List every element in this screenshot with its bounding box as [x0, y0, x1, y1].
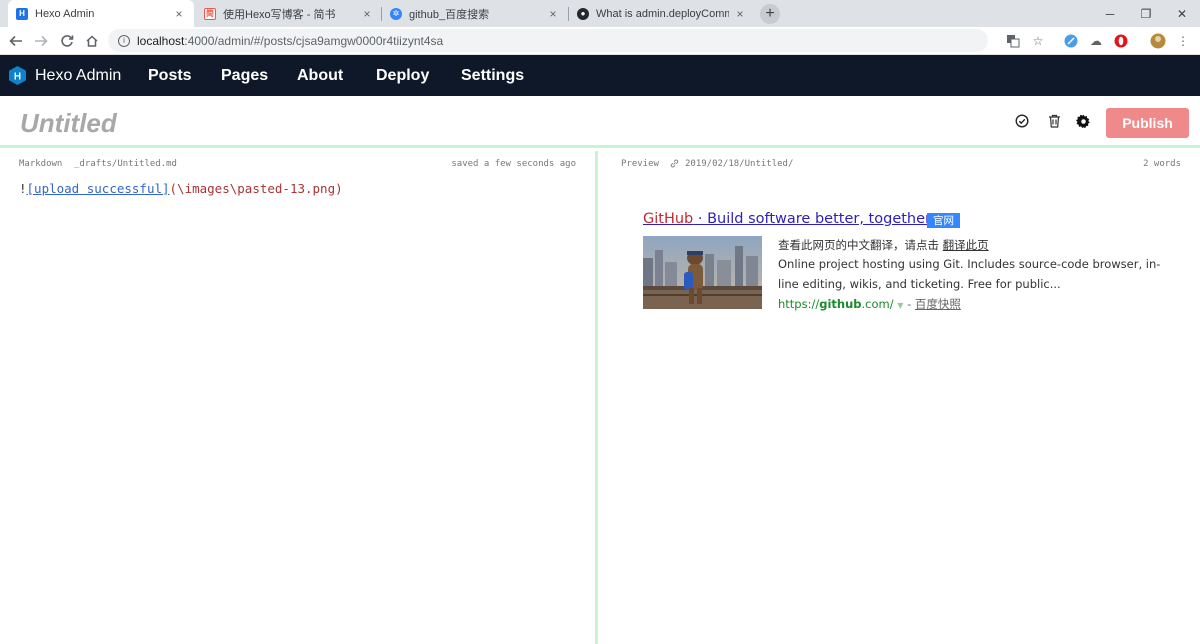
home-icon[interactable]: [82, 31, 102, 51]
nav-settings[interactable]: Settings: [461, 55, 524, 96]
browser-toolbar: i localhost:4000/admin/#/posts/cjsa9amgw…: [0, 27, 1200, 55]
editor-pane: Markdown _drafts/Untitled.md saved a few…: [0, 151, 598, 644]
link-icon: [669, 158, 680, 172]
close-tab-icon[interactable]: ×: [546, 7, 560, 21]
jianshu-favicon-icon: 简: [204, 7, 216, 20]
restore-icon[interactable]: ❐: [1126, 0, 1166, 27]
url-host: localhost: [137, 33, 185, 48]
result-snippet-line-1: Online project hosting using Git. Includ…: [778, 257, 1161, 271]
result-snippet-line-2: line editing, wikis, and ticketing. Free…: [778, 277, 1061, 291]
minimize-icon[interactable]: ─: [1090, 0, 1130, 27]
md-link-text: [upload successful]: [26, 181, 170, 196]
translate-icon[interactable]: [1004, 32, 1022, 50]
result-url-line: https://github.com/ ▼ - 百度快照: [778, 296, 961, 312]
editor-header: Markdown _drafts/Untitled.md saved a few…: [0, 151, 595, 176]
translate-hint: 查看此网页的中文翻译，请点击: [778, 238, 943, 252]
editor-mode-label: Markdown: [19, 159, 63, 169]
result-title-brand: GitHub: [643, 211, 694, 227]
app-navbar: H Hexo Admin Posts Pages About Deploy Se…: [0, 55, 1200, 96]
tab-title: 使用Hexo写博客 - 简书: [223, 8, 336, 21]
back-icon[interactable]: [6, 31, 26, 51]
post-title-input[interactable]: Untitled: [20, 108, 117, 139]
nav-pages[interactable]: Pages: [221, 55, 268, 96]
result-url-domain: github: [819, 297, 862, 311]
close-tab-icon[interactable]: ×: [360, 7, 374, 21]
md-link-url: (\images\pasted-13.png): [169, 181, 343, 196]
close-tab-icon[interactable]: ×: [172, 7, 186, 21]
word-count: 2 words: [1143, 159, 1181, 169]
nav-deploy[interactable]: Deploy: [376, 55, 429, 96]
result-url-suffix: .com/: [861, 297, 894, 311]
official-badge: 官网: [927, 213, 960, 228]
preview-permalink[interactable]: 2019/02/18/Untitled/: [685, 159, 793, 169]
pasted-image-search-result: GitHub · Build software better, together…: [643, 209, 1163, 319]
preview-header: Preview 2019/02/18/Untitled/ 2 words: [601, 151, 1200, 176]
address-bar[interactable]: i localhost:4000/admin/#/posts/cjsa9amgw…: [108, 29, 988, 52]
baidu-favicon-icon: ✲: [390, 7, 402, 20]
window-close-icon[interactable]: ✕: [1162, 0, 1200, 27]
browser-tab-github[interactable]: ● What is admin.deployComman ×: [569, 0, 755, 27]
check-circle-icon[interactable]: [1014, 113, 1030, 129]
markdown-editor[interactable]: ![upload successful](\images\pasted-13.p…: [19, 181, 343, 196]
browser-tabstrip: H Hexo Admin × 简 使用Hexo写博客 - 简书 × ✲ gith…: [0, 0, 1200, 27]
browser-tab-jianshu[interactable]: 简 使用Hexo写博客 - 简书 ×: [196, 0, 382, 27]
svg-text:H: H: [14, 72, 21, 83]
url-path: :4000/admin/#/posts/cjsa9amgw0000r4tiizy…: [184, 33, 444, 48]
result-thumbnail: [643, 236, 762, 309]
trash-icon[interactable]: [1046, 113, 1062, 129]
publish-button[interactable]: Publish: [1106, 108, 1189, 138]
tab-title: github_百度搜索: [409, 8, 490, 21]
tab-title: Hexo Admin: [35, 7, 95, 20]
browser-tab-baidu[interactable]: ✲ github_百度搜索 ×: [382, 0, 568, 27]
result-title-rest: · Build software better, together.: [693, 211, 935, 227]
translate-line: 查看此网页的中文翻译，请点击 翻译此页: [778, 237, 989, 253]
extension-cloud-icon[interactable]: ☁: [1087, 32, 1105, 50]
extension-feather-icon[interactable]: [1062, 32, 1080, 50]
site-info-icon[interactable]: i: [118, 34, 130, 47]
gear-icon[interactable]: [1075, 113, 1091, 129]
translate-page-link[interactable]: 翻译此页: [943, 238, 989, 252]
opera-extension-icon[interactable]: [1112, 32, 1130, 50]
tab-title: What is admin.deployComman: [596, 7, 729, 20]
save-status: saved a few seconds ago: [451, 159, 576, 169]
nav-posts[interactable]: Posts: [148, 55, 192, 96]
nav-about[interactable]: About: [297, 55, 343, 96]
profile-avatar[interactable]: [1149, 32, 1167, 50]
new-tab-button[interactable]: +: [760, 4, 780, 24]
result-url-prefix: https://: [778, 297, 820, 311]
bookmark-star-icon[interactable]: ☆: [1029, 32, 1047, 50]
preview-label: Preview: [621, 159, 659, 169]
hexo-favicon-icon: H: [16, 7, 28, 20]
reload-icon[interactable]: [57, 31, 77, 51]
close-tab-icon[interactable]: ×: [733, 7, 747, 21]
preview-pane: Preview 2019/02/18/Untitled/ 2 words Git…: [601, 151, 1200, 644]
github-favicon-icon: ●: [577, 7, 589, 20]
browser-menu-icon[interactable]: ⋮: [1174, 32, 1192, 50]
hexo-logo-icon: H: [9, 66, 26, 85]
post-header: Untitled Publish: [0, 96, 1200, 148]
url-separator: -: [903, 297, 915, 311]
editor-file-path: _drafts/Untitled.md: [74, 159, 177, 169]
brand[interactable]: H Hexo Admin: [9, 66, 121, 85]
snapshot-link[interactable]: 百度快照: [915, 297, 961, 311]
browser-tab-hexo-admin[interactable]: H Hexo Admin ×: [8, 0, 194, 27]
md-bang: !: [19, 181, 27, 196]
forward-icon[interactable]: [31, 31, 51, 51]
brand-name: Hexo Admin: [35, 66, 122, 84]
result-title-link[interactable]: GitHub · Build software better, together…: [643, 211, 934, 227]
